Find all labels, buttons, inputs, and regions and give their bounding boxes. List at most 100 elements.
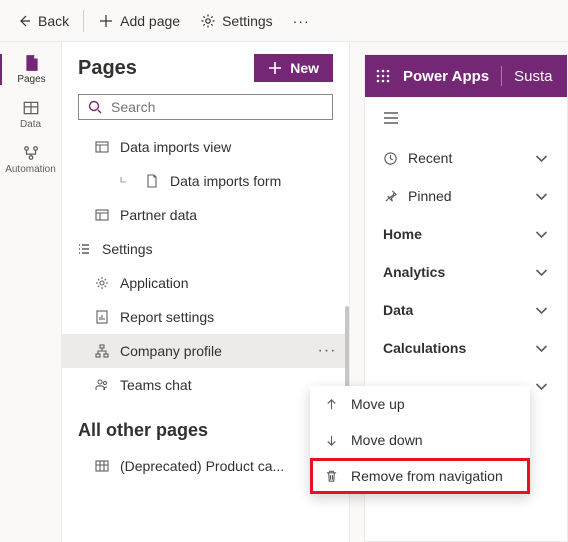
toolbar-separator <box>83 10 84 32</box>
flow-icon <box>22 144 40 162</box>
chevron-down-icon <box>534 379 549 394</box>
new-button[interactable]: New <box>254 54 333 82</box>
ctx-move-up[interactable]: Move up <box>310 386 530 422</box>
nav-home[interactable]: Home <box>383 215 549 253</box>
tree-item-partner-data[interactable]: Partner data <box>62 198 349 232</box>
pages-tree: Data imports view Data imports form Part… <box>62 130 349 542</box>
arrow-up-icon <box>324 397 339 412</box>
header-divider <box>501 66 502 86</box>
table-icon <box>94 458 110 474</box>
tree-label: Data imports form <box>170 173 341 189</box>
arrow-down-icon <box>324 433 339 448</box>
hamburger-icon[interactable] <box>383 111 399 125</box>
tree-label: Company profile <box>120 343 303 359</box>
chevron-down-icon <box>534 265 549 280</box>
list-icon <box>76 241 92 257</box>
settings-label: Settings <box>222 13 273 29</box>
back-label: Back <box>38 13 69 29</box>
ctx-remove-from-navigation[interactable]: Remove from navigation <box>310 458 530 494</box>
tree-item-deprecated-product[interactable]: (Deprecated) Product ca... <box>62 449 349 483</box>
chevron-down-icon <box>534 189 549 204</box>
left-rail: Pages Data Automation <box>0 42 62 542</box>
report-icon <box>94 309 110 325</box>
rail-data-label: Data <box>20 119 41 130</box>
waffle-icon[interactable] <box>375 68 391 84</box>
preview-header: Power Apps Susta <box>365 55 567 97</box>
trash-icon <box>324 469 339 484</box>
search-container <box>62 94 349 130</box>
preview-body: Recent Pinned Home Analytics Data Calcul… <box>365 97 567 415</box>
top-toolbar: Back Add page Settings ··· <box>0 0 568 42</box>
back-button[interactable]: Back <box>8 9 77 33</box>
tree-label: (Deprecated) Product ca... <box>120 458 341 474</box>
table-icon <box>22 99 40 117</box>
nav-label: Calculations <box>383 340 466 356</box>
tree-item-data-imports-view[interactable]: Data imports view <box>62 130 349 164</box>
nav-label: Analytics <box>383 264 445 280</box>
arrow-left-icon <box>16 13 32 29</box>
chevron-down-icon <box>534 151 549 166</box>
rail-pages-label: Pages <box>17 74 45 85</box>
tree-item-application[interactable]: Application <box>62 266 349 300</box>
page-icon <box>23 54 41 72</box>
toolbar-overflow[interactable]: ··· <box>285 9 318 33</box>
pages-header: Pages New <box>62 42 349 94</box>
preview-brand: Power Apps <box>403 68 489 85</box>
settings-button[interactable]: Settings <box>192 9 281 33</box>
chevron-down-icon <box>534 227 549 242</box>
tree-label: Data imports view <box>120 139 341 155</box>
chevron-down-icon <box>534 303 549 318</box>
tree-item-data-imports-form[interactable]: Data imports form <box>62 164 349 198</box>
tree-item-teams-chat[interactable]: Teams chat <box>62 368 349 402</box>
nav-calculations[interactable]: Calculations <box>383 329 549 367</box>
all-other-pages-header: All other pages <box>62 402 349 449</box>
ctx-label: Move down <box>351 432 423 448</box>
tree-label: Teams chat <box>120 377 341 393</box>
ctx-label: Remove from navigation <box>351 468 503 484</box>
teams-icon <box>94 377 110 393</box>
clock-icon <box>383 151 398 166</box>
item-overflow[interactable]: ··· <box>313 342 341 360</box>
nav-recent[interactable]: Recent <box>383 139 549 177</box>
new-label: New <box>290 60 319 76</box>
add-page-label: Add page <box>120 13 180 29</box>
tree-item-company-profile[interactable]: Company profile ··· <box>62 334 349 368</box>
tree-label: Report settings <box>120 309 341 325</box>
gear-icon <box>200 13 216 29</box>
indent-icon <box>118 173 134 189</box>
tree-label: Partner data <box>120 207 341 223</box>
tree-label: Application <box>120 275 341 291</box>
nav-analytics[interactable]: Analytics <box>383 253 549 291</box>
pin-icon <box>383 189 398 204</box>
sitemap-icon <box>94 343 110 359</box>
tree-group-settings[interactable]: Settings <box>62 232 349 266</box>
tree-item-report-settings[interactable]: Report settings <box>62 300 349 334</box>
nav-data[interactable]: Data <box>383 291 549 329</box>
pages-panel: Pages New Data imports view Data imports… <box>62 42 350 542</box>
rail-automation-label: Automation <box>5 164 56 175</box>
ctx-label: Move up <box>351 396 405 412</box>
rail-data[interactable]: Data <box>0 99 61 130</box>
search-icon <box>87 99 103 115</box>
chevron-down-icon <box>534 341 549 356</box>
plus-icon <box>268 61 282 75</box>
nav-pinned[interactable]: Pinned <box>383 177 549 215</box>
tree-label: Settings <box>102 241 341 257</box>
search-box[interactable] <box>78 94 333 120</box>
nav-label: Pinned <box>408 188 452 204</box>
form-icon <box>144 173 160 189</box>
nav-label: Home <box>383 226 422 242</box>
pages-title: Pages <box>78 57 137 80</box>
gear-icon <box>94 275 110 291</box>
nav-label: Recent <box>408 150 452 166</box>
ctx-move-down[interactable]: Move down <box>310 422 530 458</box>
rail-automation[interactable]: Automation <box>0 144 61 175</box>
search-input[interactable] <box>111 99 324 115</box>
context-menu: Move up Move down Remove from navigation <box>310 386 530 494</box>
add-page-button[interactable]: Add page <box>90 9 188 33</box>
rail-pages[interactable]: Pages <box>0 54 61 85</box>
plus-icon <box>98 13 114 29</box>
nav-label: Data <box>383 302 413 318</box>
preview-app-name: Susta <box>514 68 552 85</box>
subgrid-icon <box>94 139 110 155</box>
